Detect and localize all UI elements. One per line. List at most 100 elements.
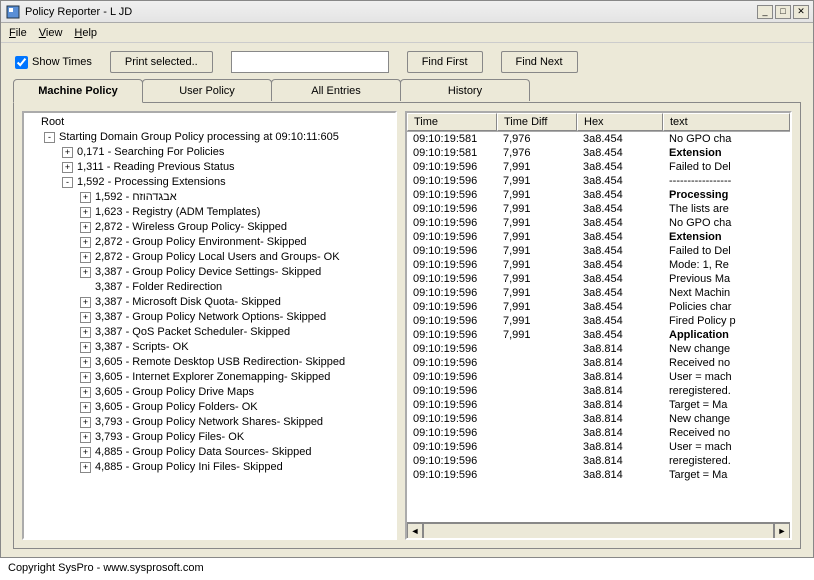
list-row[interactable]: 09:10:19:5967,9913a8.454Failed to Del [407,160,790,174]
maximize-button[interactable]: □ [775,5,791,19]
tree-node[interactable]: -1,592 - Processing Extensions [26,175,393,190]
col-time[interactable]: Time [407,113,497,131]
expand-icon[interactable]: + [80,327,91,338]
expand-icon[interactable]: + [80,267,91,278]
tab-all-entries[interactable]: All Entries [271,79,401,101]
list-row[interactable]: 09:10:19:5967,9913a8.454Extension [407,230,790,244]
list-row[interactable]: 09:10:19:5963a8.814reregistered. [407,384,790,398]
list-row[interactable]: 09:10:19:5963a8.814Received no [407,426,790,440]
cell-time: 09:10:19:596 [407,272,497,286]
tab-history[interactable]: History [400,79,530,101]
expand-icon[interactable]: + [80,237,91,248]
horizontal-scrollbar[interactable]: ◄ ► [407,522,790,538]
menu-file[interactable]: File [9,27,27,39]
expand-icon[interactable]: + [80,432,91,443]
tree-node[interactable]: +2,872 - Wireless Group Policy- Skipped [26,220,393,235]
expand-icon[interactable]: + [80,297,91,308]
list-row[interactable]: 09:10:19:5963a8.814New change [407,412,790,426]
tree-node[interactable]: +4,885 - Group Policy Data Sources- Skip… [26,445,393,460]
cell-hex: 3a8.454 [577,286,663,300]
menu-help[interactable]: Help [74,27,97,39]
expand-icon[interactable]: + [80,222,91,233]
list-row[interactable]: 09:10:19:5963a8.814Received no [407,356,790,370]
list-row[interactable]: 09:10:19:5817,9763a8.454Extension [407,146,790,160]
tree-node[interactable]: +3,605 - Remote Desktop USB Redirection-… [26,355,393,370]
tree-node[interactable]: +3,387 - Group Policy Device Settings- S… [26,265,393,280]
tree-node[interactable]: +2,872 - Group Policy Environment- Skipp… [26,235,393,250]
expand-icon[interactable]: + [80,342,91,353]
tree-node[interactable]: +3,605 - Group Policy Drive Maps [26,385,393,400]
expand-icon[interactable]: + [62,162,73,173]
expand-icon[interactable]: + [80,357,91,368]
list-row[interactable]: 09:10:19:5967,9913a8.454----------------… [407,174,790,188]
scroll-left-icon[interactable]: ◄ [407,523,423,539]
tree-node[interactable]: +1,623 - Registry (ADM Templates) [26,205,393,220]
expand-icon[interactable]: + [80,207,91,218]
list-row[interactable]: 09:10:19:5967,9913a8.454Mode: 1, Re [407,258,790,272]
tree-node[interactable]: +3,605 - Internet Explorer Zonemapping- … [26,370,393,385]
list-row[interactable]: 09:10:19:5967,9913a8.454Next Machin [407,286,790,300]
list-row[interactable]: 09:10:19:5967,9913a8.454Application [407,328,790,342]
list-row[interactable]: 09:10:19:5963a8.814reregistered. [407,454,790,468]
tab-machine-policy[interactable]: Machine Policy [13,79,143,103]
col-hex[interactable]: Hex [577,113,663,131]
col-text[interactable]: text [663,113,790,131]
tree-node[interactable]: +0,171 - Searching For Policies [26,145,393,160]
menu-view[interactable]: View [39,27,63,39]
list-row[interactable]: 09:10:19:5967,9913a8.454Failed to Del [407,244,790,258]
expand-icon[interactable]: + [80,417,91,428]
tree-node[interactable]: +1,311 - Reading Previous Status [26,160,393,175]
tree-node[interactable]: -Starting Domain Group Policy processing… [26,130,393,145]
list-row[interactable]: 09:10:19:5817,9763a8.454No GPO cha [407,132,790,146]
tree-node[interactable]: +4,885 - Group Policy Ini Files- Skipped [26,460,393,475]
expand-icon[interactable]: + [62,147,73,158]
tree-node[interactable]: 3,387 - Folder Redirection [26,280,393,295]
expand-icon[interactable]: + [80,462,91,473]
tree-node[interactable]: +3,387 - QoS Packet Scheduler- Skipped [26,325,393,340]
list-row[interactable]: 09:10:19:5963a8.814User = mach [407,370,790,384]
find-next-button[interactable]: Find Next [501,51,578,73]
tree-node[interactable]: +2,872 - Group Policy Local Users and Gr… [26,250,393,265]
tree-node[interactable]: +3,793 - Group Policy Files- OK [26,430,393,445]
list-row[interactable]: 09:10:19:5963a8.814Target = Ma [407,468,790,482]
collapse-icon[interactable]: - [44,132,55,143]
expand-icon[interactable]: + [80,372,91,383]
list-row[interactable]: 09:10:19:5963a8.814New change [407,342,790,356]
list-view[interactable]: Time Time Diff Hex text 09:10:19:5817,97… [405,111,792,540]
expand-icon[interactable]: + [80,387,91,398]
search-input[interactable] [231,51,389,73]
show-times-checkbox[interactable]: Show Times [15,56,92,69]
show-times-input[interactable] [15,56,28,69]
scroll-right-icon[interactable]: ► [774,523,790,539]
expand-icon[interactable]: + [80,402,91,413]
tree-node[interactable]: +3,605 - Group Policy Folders- OK [26,400,393,415]
scroll-track[interactable] [423,523,774,539]
collapse-icon[interactable]: - [62,177,73,188]
cell-text: reregistered. [663,454,790,468]
list-row[interactable]: 09:10:19:5967,9913a8.454Fired Policy p [407,314,790,328]
expand-icon[interactable]: + [80,252,91,263]
expand-icon[interactable]: + [80,447,91,458]
list-row[interactable]: 09:10:19:5967,9913a8.454Processing [407,188,790,202]
list-row[interactable]: 09:10:19:5967,9913a8.454The lists are [407,202,790,216]
expand-icon[interactable]: + [80,312,91,323]
tree-node[interactable]: +3,387 - Scripts- OK [26,340,393,355]
list-row[interactable]: 09:10:19:5967,9913a8.454No GPO cha [407,216,790,230]
col-timediff[interactable]: Time Diff [497,113,577,131]
tree-view[interactable]: Root-Starting Domain Group Policy proces… [22,111,397,540]
print-selected-button[interactable]: Print selected.. [110,51,213,73]
minimize-button[interactable]: _ [757,5,773,19]
tree-node[interactable]: +1,592 - אבגדהוזח [26,190,393,205]
tree-node[interactable]: +3,793 - Group Policy Network Shares- Sk… [26,415,393,430]
tree-node[interactable]: Root [26,115,393,130]
expand-icon[interactable]: + [80,192,91,203]
tab-user-policy[interactable]: User Policy [142,79,272,101]
list-row[interactable]: 09:10:19:5963a8.814User = mach [407,440,790,454]
list-row[interactable]: 09:10:19:5967,9913a8.454Policies char [407,300,790,314]
tree-node[interactable]: +3,387 - Group Policy Network Options- S… [26,310,393,325]
close-button[interactable]: ✕ [793,5,809,19]
list-row[interactable]: 09:10:19:5963a8.814Target = Ma [407,398,790,412]
find-first-button[interactable]: Find First [407,51,483,73]
list-row[interactable]: 09:10:19:5967,9913a8.454Previous Ma [407,272,790,286]
tree-node[interactable]: +3,387 - Microsoft Disk Quota- Skipped [26,295,393,310]
